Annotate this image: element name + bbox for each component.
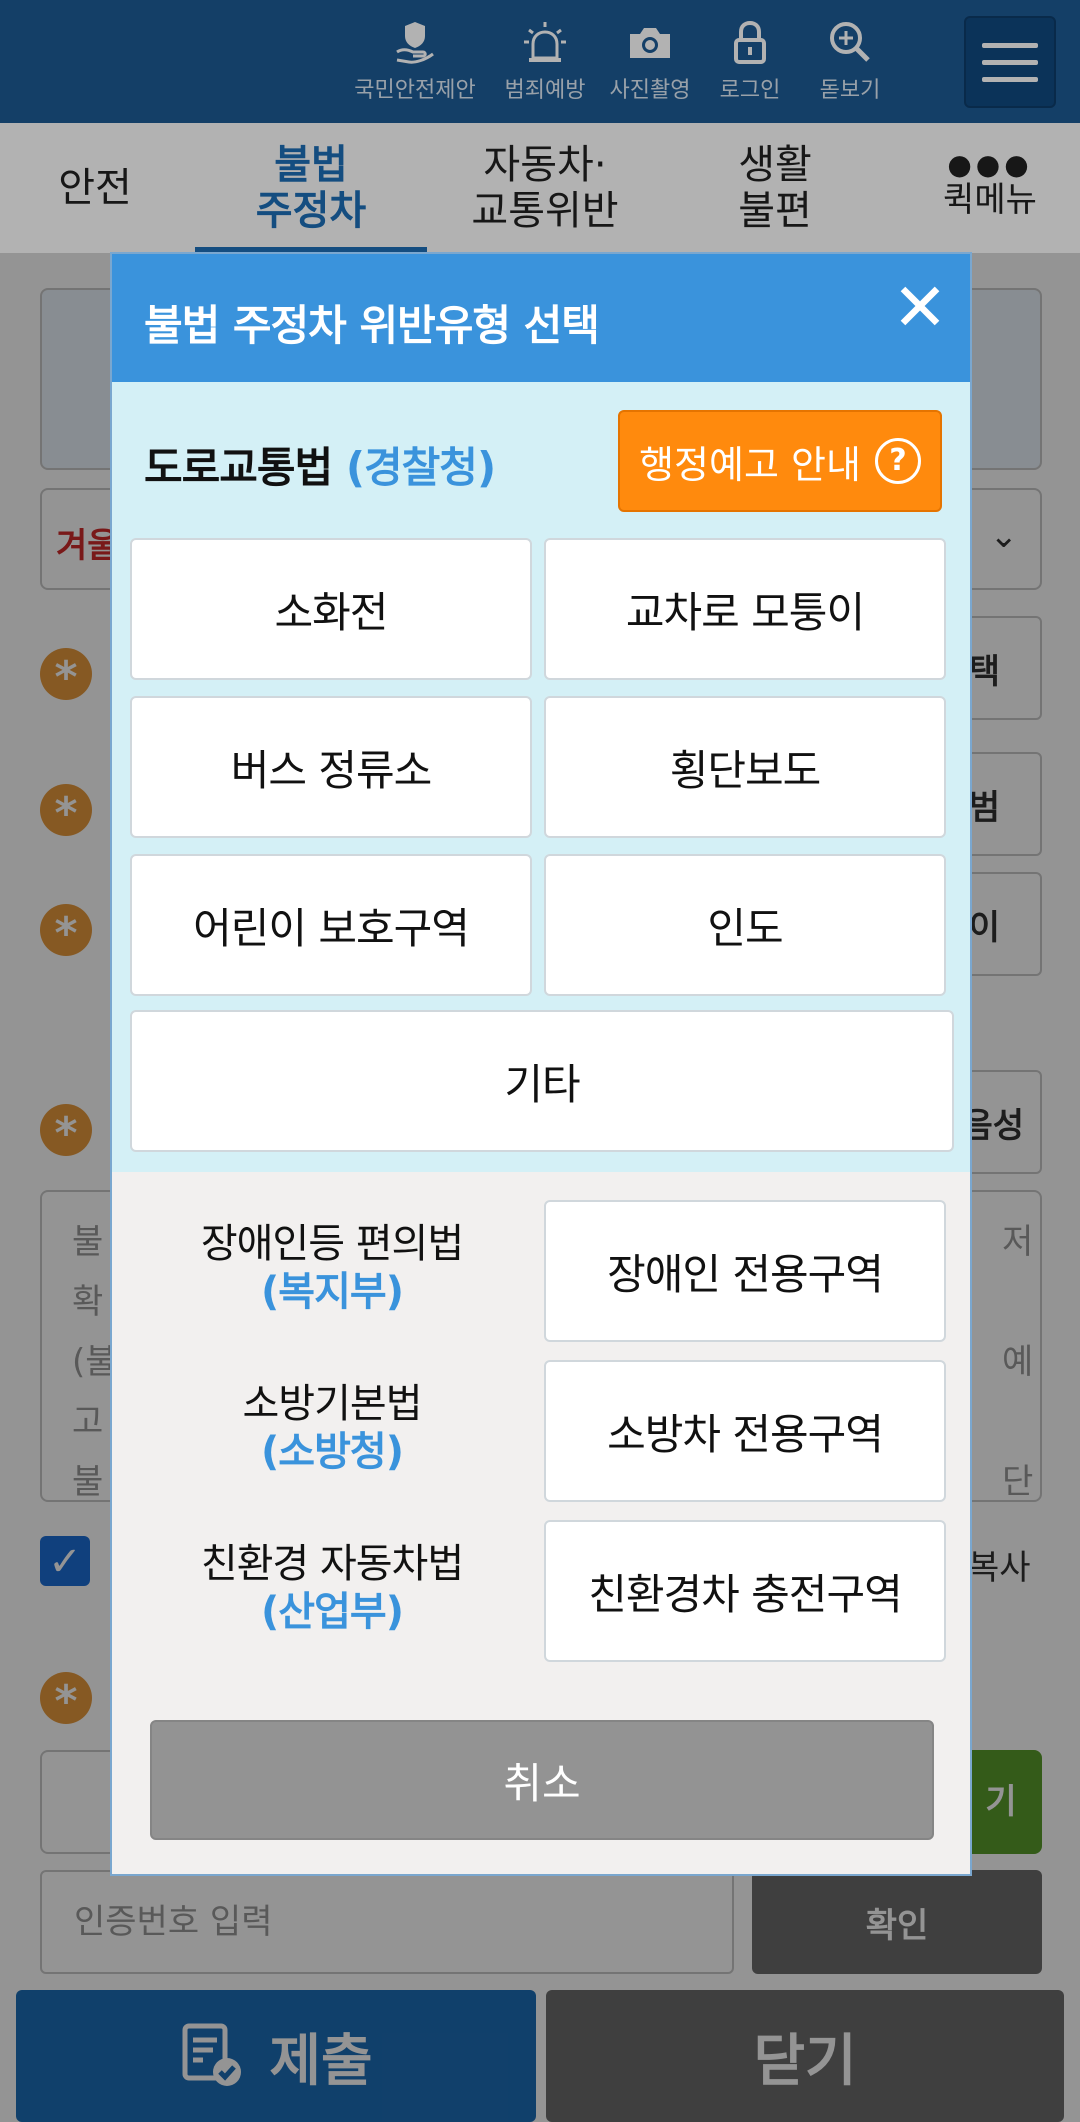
law-name: 친환경 자동차법 [200,1541,464,1587]
agency-name: (산업부) [261,1589,404,1635]
law-name: 소방기본법 [242,1381,423,1427]
type-other-button[interactable]: 기타 [130,1010,954,1152]
type-sidewalk-button[interactable]: 인도 [544,854,946,996]
type-fire-hydrant-button[interactable]: 소화전 [130,538,532,680]
type-disabled-zone-button[interactable]: 장애인 전용구역 [544,1200,946,1342]
close-x-icon[interactable]: ✕ [890,275,950,341]
modal-title: 불법 주정차 위반유형 선택 [144,301,600,350]
cancel-button[interactable]: 취소 [150,1720,934,1840]
disability-law-label: 장애인등 편의법 (복지부) [132,1220,532,1316]
question-circle-icon: ? [874,438,921,484]
eco-vehicle-law-label: 친환경 자동차법 (산업부) [132,1540,532,1636]
agency-name: (소방청) [261,1429,404,1475]
law-name: 장애인등 편의법 [200,1221,464,1267]
type-school-zone-button[interactable]: 어린이 보호구역 [130,854,532,996]
type-intersection-corner-button[interactable]: 교차로 모퉁이 [544,538,946,680]
fire-law-label: 소방기본법 (소방청) [132,1380,532,1476]
admin-notice-label: 행정예고 안내 [639,442,861,487]
agency-name: (경찰청) [345,443,496,492]
law-name: 도로교통법 [144,443,333,492]
type-bus-stop-button[interactable]: 버스 정류소 [130,696,532,838]
type-crosswalk-button[interactable]: 횡단보도 [544,696,946,838]
violation-type-modal: 불법 주정차 위반유형 선택 ✕ 도로교통법 (경찰청) 행정예고 안내 ? 소… [110,252,972,1876]
agency-name: (복지부) [261,1269,404,1315]
type-fire-truck-zone-button[interactable]: 소방차 전용구역 [544,1360,946,1502]
road-traffic-law-section: 도로교통법 (경찰청) 행정예고 안내 ? 소화전 교차로 모퉁이 버스 정류소… [112,382,970,1172]
type-ev-charging-zone-button[interactable]: 친환경차 충전구역 [544,1520,946,1662]
admin-notice-button[interactable]: 행정예고 안내 ? [618,410,942,512]
road-traffic-law-heading: 도로교통법 (경찰청) [144,434,496,495]
modal-header: 불법 주정차 위반유형 선택 ✕ [112,254,970,382]
top-dim-overlay [0,0,1080,253]
